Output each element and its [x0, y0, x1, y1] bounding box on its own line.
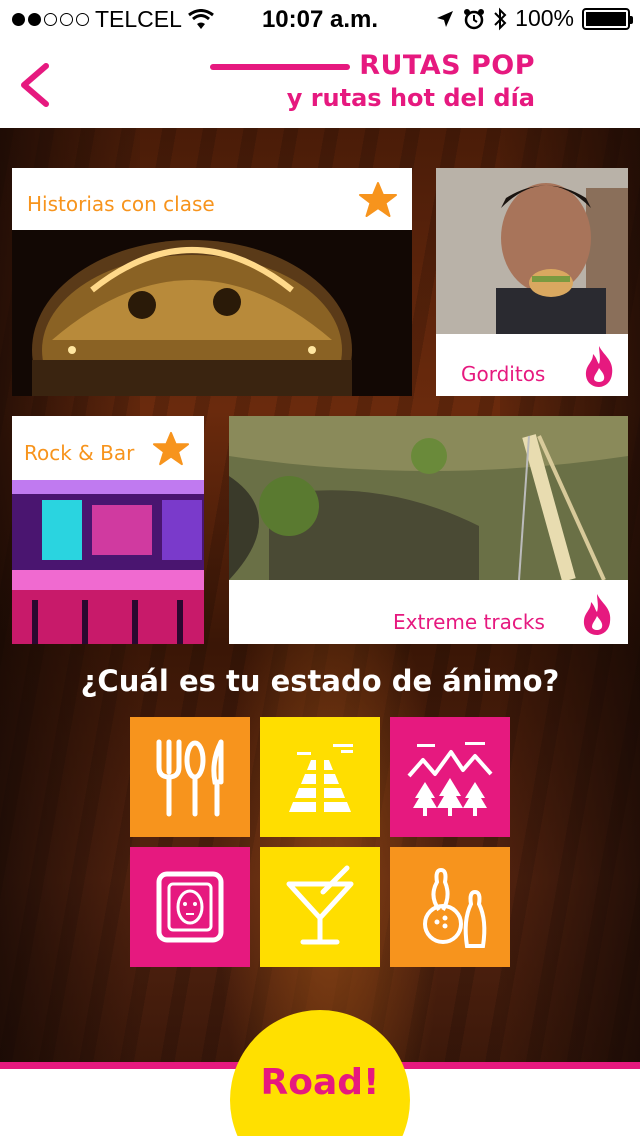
location-arrow-icon: [437, 10, 454, 27]
mood-tile-bowling[interactable]: [390, 847, 510, 967]
pyramid-icon: [289, 744, 353, 812]
road-button-label: Road!: [260, 1062, 380, 1103]
alarm-icon: [464, 8, 485, 29]
card-photo-dome: [12, 230, 412, 396]
bowling-icon: [423, 868, 487, 948]
back-chevron-icon[interactable]: [14, 62, 54, 108]
mood-tile-art[interactable]: [130, 847, 250, 967]
card-label: Rock & Bar: [24, 441, 135, 465]
cutlery-icon: [156, 739, 224, 817]
card-extreme-tracks[interactable]: Extreme tracks: [229, 416, 628, 644]
card-photo-suspension-bridge: [229, 416, 628, 580]
page-title: RUTAS POP: [359, 50, 535, 81]
card-label: Extreme tracks: [393, 610, 545, 634]
cocktail-icon: [286, 865, 354, 945]
mood-tile-nature[interactable]: [390, 717, 510, 837]
mood-question: ¿Cuál es tu estado de ánimo?: [80, 664, 560, 698]
mood-tile-drinks[interactable]: [260, 847, 380, 967]
status-bar: TELCEL 10:07 a.m. 100%: [0, 0, 640, 40]
mood-tile-food[interactable]: [130, 717, 250, 837]
card-photo-man-eating: [436, 168, 628, 334]
bluetooth-icon: [494, 7, 507, 30]
mountains-trees-icon: [407, 742, 493, 816]
card-gorditos[interactable]: Gorditos: [436, 168, 628, 396]
card-label: Historias con clase: [27, 192, 215, 216]
card-historias-con-clase[interactable]: Historias con clase: [12, 168, 412, 396]
star-icon: [152, 431, 190, 466]
page-subtitle: y rutas hot del día: [286, 84, 535, 112]
framed-art-icon: [156, 871, 224, 943]
star-icon: [359, 182, 397, 217]
flame-icon: [583, 594, 611, 635]
header: RUTAS POP y rutas hot del día: [0, 40, 640, 128]
card-label: Gorditos: [461, 362, 546, 386]
card-photo-bar: [12, 480, 204, 644]
card-rock-and-bar[interactable]: Rock & Bar: [12, 416, 204, 644]
battery-percent: 100%: [515, 5, 574, 31]
header-accent-line: [210, 64, 350, 70]
battery-icon: [582, 7, 633, 30]
mood-tile-culture[interactable]: [260, 717, 380, 837]
flame-icon: [585, 346, 613, 387]
